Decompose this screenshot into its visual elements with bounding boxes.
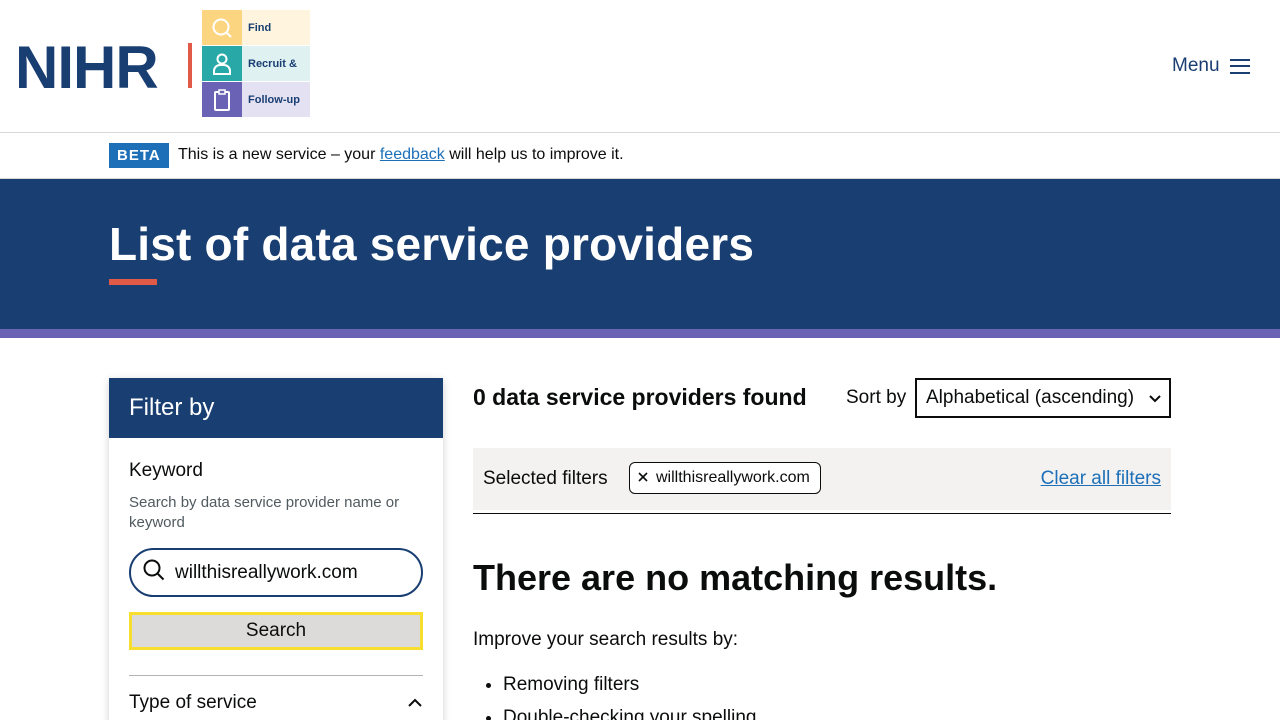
selected-filters-label: Selected filters xyxy=(483,468,608,489)
tile-recruit: Recruit & xyxy=(202,46,310,81)
clear-all-filters-link[interactable]: Clear all filters xyxy=(1041,468,1161,490)
improve-text: Improve your search results by: xyxy=(473,629,739,650)
selected-filters-bar: Selected filters willthisreallywork.com … xyxy=(473,448,1171,510)
close-icon xyxy=(638,469,648,487)
beta-text-after: will help us to improve it. xyxy=(444,146,624,163)
service-logo-tiles[interactable]: Find Recruit & Follow-up xyxy=(202,10,310,117)
nihr-logo[interactable]: NIHR xyxy=(15,38,159,98)
clipboard-icon xyxy=(202,82,242,117)
search-icon xyxy=(202,10,242,45)
type-of-service-label: Type of service xyxy=(129,692,257,713)
results-divider xyxy=(473,513,1171,514)
tips-list: Removing filters Double-checking your sp… xyxy=(503,674,756,720)
sort-selected-value: Alphabetical (ascending) xyxy=(926,387,1135,408)
search-icon xyxy=(143,559,165,586)
keyword-label: Keyword xyxy=(129,460,203,481)
no-results-heading: There are no matching results. xyxy=(473,557,998,598)
site-header: NIHR Find Recruit & Follow-up Menu xyxy=(0,0,1280,133)
feedback-link[interactable]: feedback xyxy=(380,146,445,163)
menu-button[interactable]: Menu xyxy=(1172,55,1250,77)
hero-strip xyxy=(0,329,1280,338)
list-item: Double-checking your spelling xyxy=(503,707,756,720)
sort-select[interactable]: Alphabetical (ascending) xyxy=(915,378,1171,418)
menu-label: Menu xyxy=(1172,55,1220,76)
keyword-hint: Search by data service provider name or … xyxy=(129,494,400,531)
chevron-down-icon xyxy=(1149,387,1161,409)
hamburger-icon xyxy=(1229,58,1250,74)
tile-find: Find xyxy=(202,10,310,45)
filter-divider xyxy=(129,675,423,676)
tile-recruit-label: Recruit & xyxy=(242,46,310,81)
filter-panel: Filter by Keyword Search by data service… xyxy=(109,378,443,720)
person-icon xyxy=(202,46,242,81)
beta-text-before: This is a new service – your xyxy=(178,146,380,163)
page-hero: List of data service providers xyxy=(0,179,1280,329)
results-count: 0 data service providers found xyxy=(473,384,807,410)
beta-tag: BETA xyxy=(109,143,169,168)
page-title: List of data service providers xyxy=(109,218,755,270)
tile-followup-label: Follow-up xyxy=(242,82,310,117)
list-item: Removing filters xyxy=(503,674,756,696)
beta-text: This is a new service – your feedback wi… xyxy=(178,146,624,164)
keyword-input[interactable] xyxy=(175,561,405,584)
chevron-up-icon xyxy=(407,692,423,714)
tile-find-label: Find xyxy=(242,10,310,45)
keyword-search-field[interactable] xyxy=(129,548,423,597)
search-button[interactable]: Search xyxy=(129,612,423,650)
filter-chip[interactable]: willthisreallywork.com xyxy=(629,462,821,494)
beta-banner: BETA This is a new service – your feedba… xyxy=(0,133,1280,179)
sort-label: Sort by xyxy=(846,387,907,408)
logo-divider xyxy=(188,43,192,88)
title-underline xyxy=(109,279,157,285)
filter-chip-label: willthisreallywork.com xyxy=(656,469,810,486)
filter-heading: Filter by xyxy=(109,378,443,438)
tile-followup: Follow-up xyxy=(202,82,310,117)
type-of-service-toggle[interactable]: Type of service xyxy=(129,692,423,714)
